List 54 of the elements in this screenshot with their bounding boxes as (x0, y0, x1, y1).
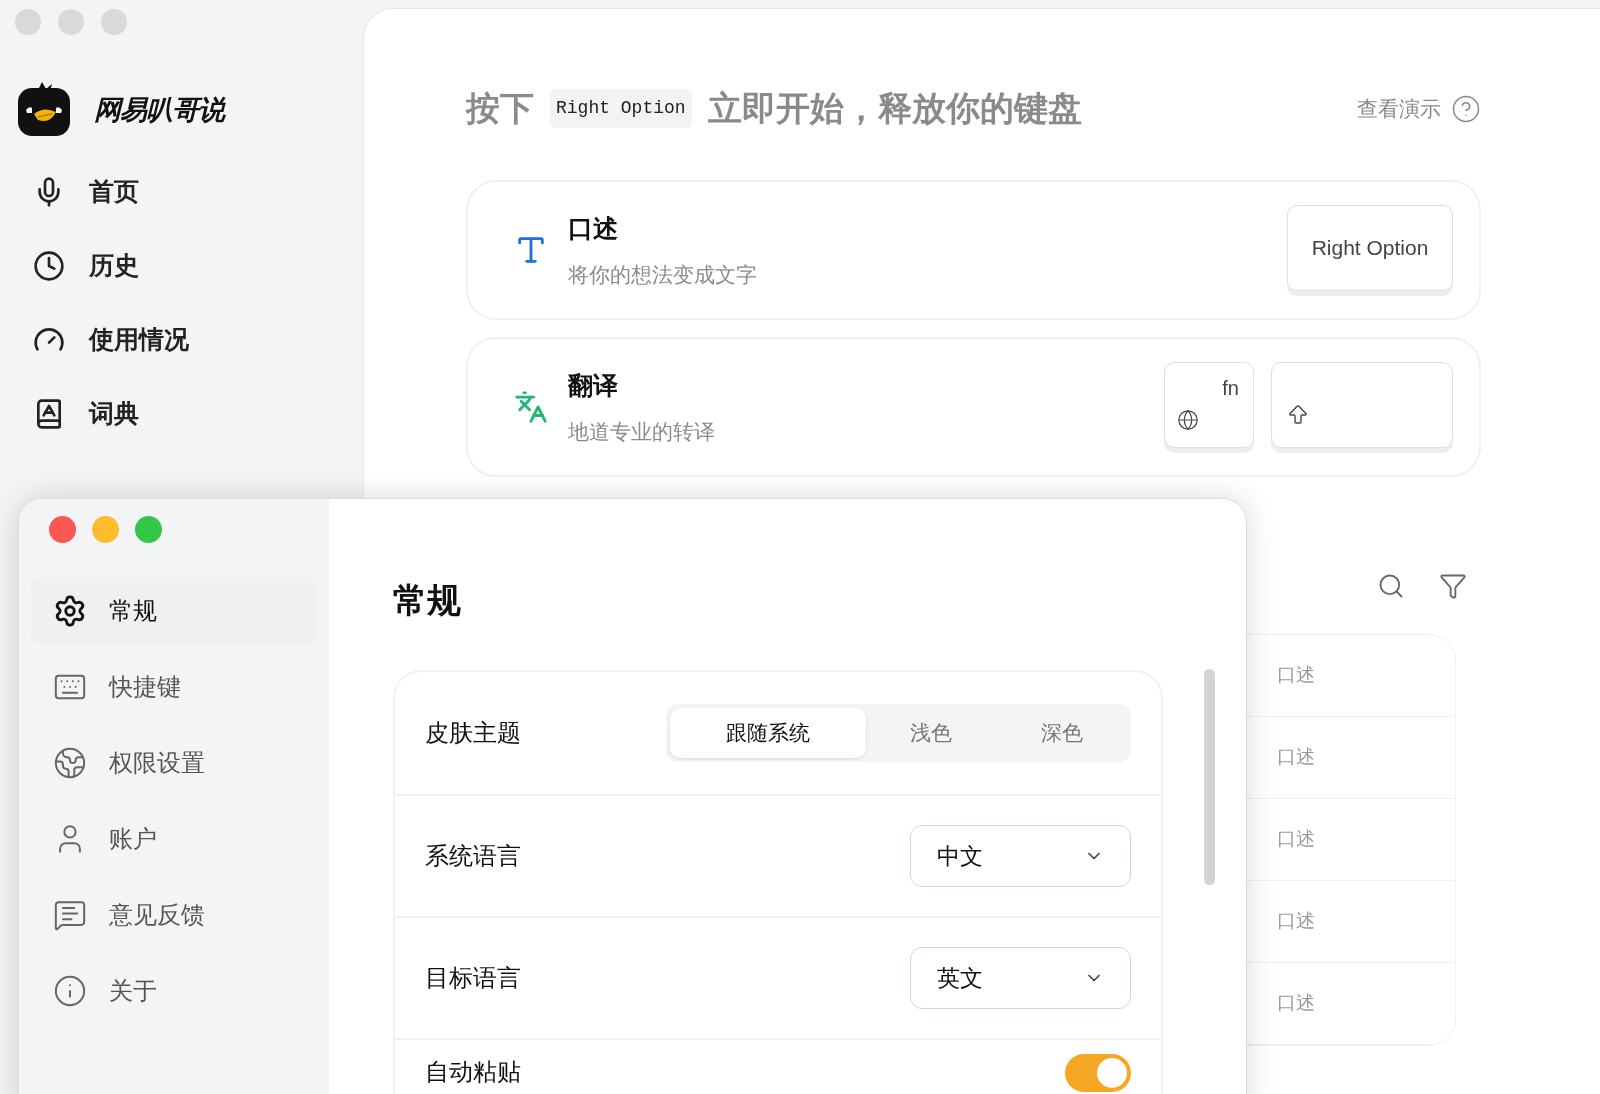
key-label: fn (1222, 376, 1239, 401)
globe-icon (1177, 409, 1199, 431)
mode-subtitle: 将你的想法变成文字 (568, 262, 757, 288)
toggle-switch[interactable] (1065, 1054, 1131, 1092)
scrollbar[interactable] (1204, 669, 1215, 885)
mode-title: 口述 (568, 212, 619, 244)
setting-label: 目标语言 (425, 963, 521, 993)
window-control-icon[interactable] (58, 9, 84, 35)
page-title: 常规 (393, 580, 462, 621)
app-name: 网易叭哥说 (94, 93, 224, 127)
message-icon (53, 898, 87, 932)
settings-nav-item[interactable]: 账户 (31, 805, 317, 873)
history-type: 口述 (1277, 663, 1315, 688)
app-logo-icon (16, 82, 72, 138)
globe-icon (53, 746, 87, 780)
settings-nav-item[interactable]: 关于 (31, 957, 317, 1025)
search-icon[interactable] (1377, 572, 1405, 600)
clock-icon (33, 250, 65, 282)
history-type: 口述 (1277, 909, 1315, 934)
shift-arrow-icon (1286, 403, 1310, 427)
settings-nav-item[interactable]: 常规 (31, 577, 317, 645)
window-control-icon[interactable] (92, 516, 119, 543)
window-control-icon[interactable] (101, 9, 127, 35)
window-control-icon[interactable] (15, 9, 41, 35)
language-select[interactable]: 英文 (910, 947, 1131, 1009)
history-type: 口述 (1277, 745, 1315, 770)
setting-label: 皮肤主题 (425, 718, 521, 748)
setting-label: 系统语言 (425, 841, 521, 871)
settings-nav-item[interactable]: 意见反馈 (31, 881, 317, 949)
hint-text: 立即开始，释放你的键盘 (707, 88, 1082, 129)
window-control-icon[interactable] (49, 516, 76, 543)
language-select[interactable]: 中文 (910, 825, 1131, 887)
mode-subtitle: 地道专业的转译 (568, 419, 715, 445)
theme-option[interactable]: 浅色 (865, 708, 997, 758)
sidebar-item[interactable]: 使用情况 (33, 320, 313, 360)
help-icon (1451, 93, 1481, 124)
settings-nav-item[interactable]: 权限设置 (31, 729, 317, 797)
history-type: 口述 (1277, 991, 1315, 1016)
shortcut-key: Right Option (550, 89, 692, 128)
sidebar-item[interactable]: 历史 (33, 246, 313, 286)
mode-title: 翻译 (568, 369, 619, 401)
setting-label: 自动粘贴 (425, 1058, 521, 1086)
theme-option[interactable]: 深色 (996, 708, 1127, 758)
window-control-icon[interactable] (135, 516, 162, 543)
history-type: 口述 (1277, 827, 1315, 852)
sidebar-item[interactable]: 首页 (33, 172, 313, 212)
info-icon (53, 974, 87, 1008)
settings-nav-item[interactable]: 快捷键 (31, 653, 317, 721)
sidebar-item[interactable]: 词典 (33, 394, 313, 434)
hint-text: 按下 (466, 88, 534, 129)
filter-icon[interactable] (1439, 572, 1467, 600)
demo-link[interactable]: 查看演示 (1357, 92, 1481, 125)
settings-icon (53, 594, 87, 628)
theme-option[interactable]: 跟随系统 (670, 708, 866, 758)
